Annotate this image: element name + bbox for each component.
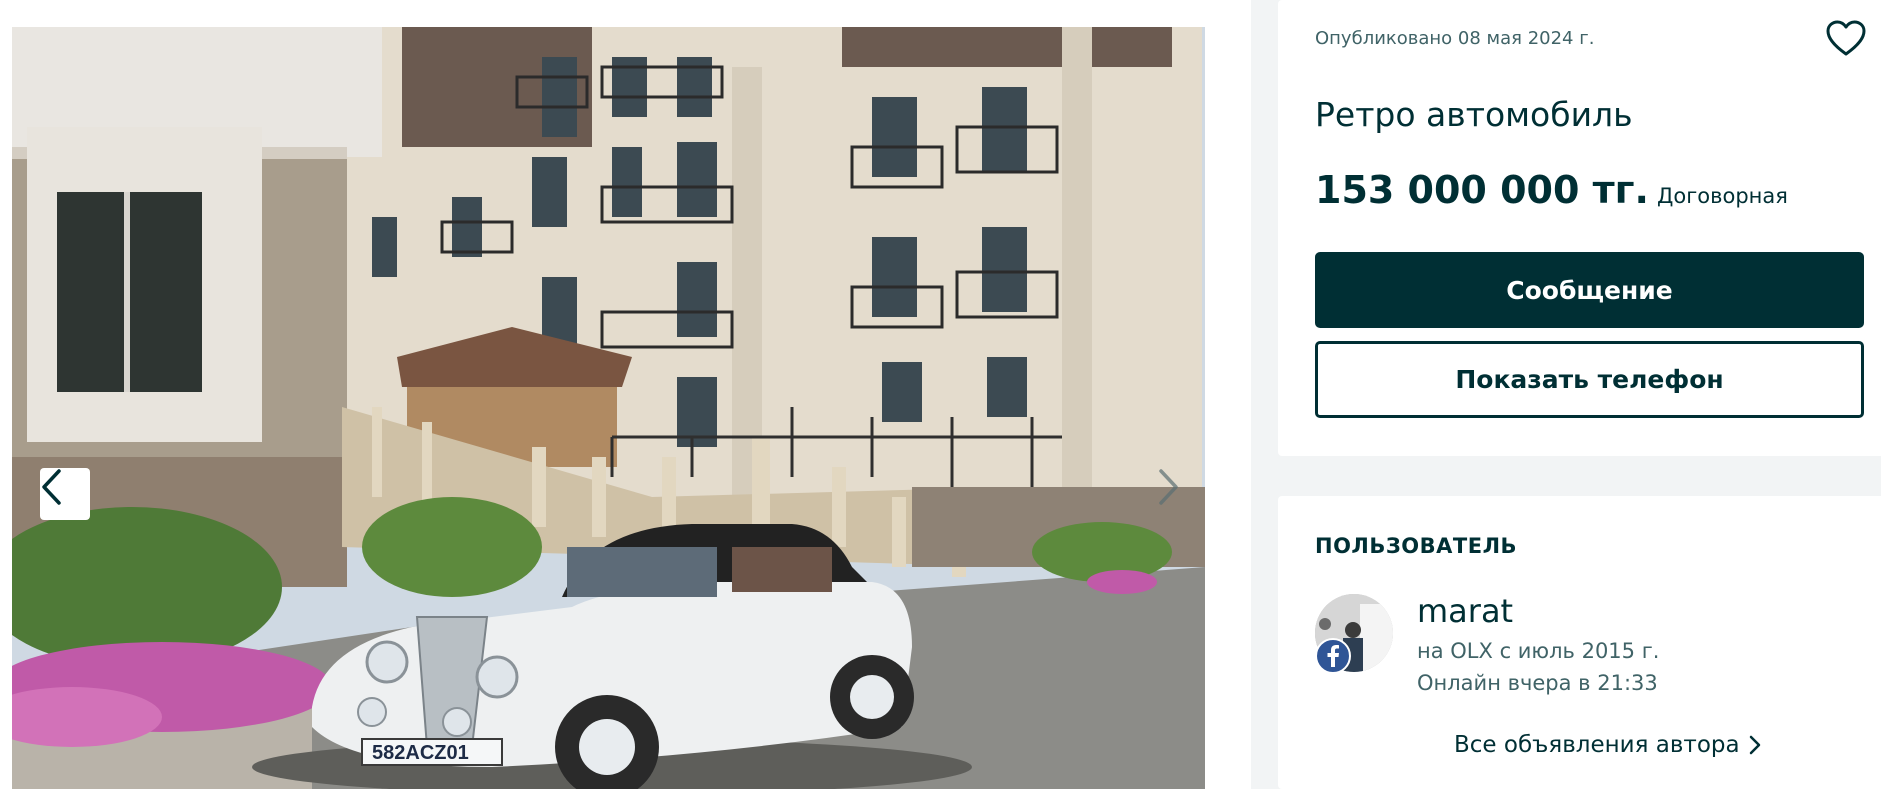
negotiable-label: Договорная: [1656, 184, 1788, 208]
favorite-button[interactable]: [1826, 20, 1866, 58]
offer-card: Опубликовано 08 мая 2024 г. Ретро автомо…: [1278, 0, 1881, 456]
gallery-next-button[interactable]: [1158, 468, 1205, 520]
car-photo: 582ACZ01: [12, 27, 1205, 789]
photo-gallery[interactable]: 582ACZ01: [12, 27, 1205, 789]
facebook-badge: [1315, 638, 1351, 674]
price: 153 000 000 тг.: [1315, 168, 1649, 212]
member-since: на OLX с июль 2015 г.: [1417, 639, 1660, 663]
chevron-right-icon: [1159, 469, 1178, 505]
show-phone-button[interactable]: Показать телефон: [1315, 341, 1864, 418]
chevron-left-icon: [42, 469, 61, 505]
gallery-prev-button[interactable]: [40, 468, 90, 520]
user-card: ПОЛЬЗОВАТЕЛЬ marat на OLX с июль 2015 г.…: [1278, 496, 1881, 789]
user-name[interactable]: marat: [1417, 592, 1513, 630]
last-online: Онлайн вчера в 21:33: [1417, 671, 1658, 695]
chevron-right-icon: [1749, 735, 1760, 755]
all-ads-link[interactable]: Все объявления автора: [1454, 732, 1762, 758]
all-ads-label: Все объявления автора: [1454, 732, 1740, 758]
message-button[interactable]: Сообщение: [1315, 252, 1864, 328]
price-row: 153 000 000 тг. Договорная: [1315, 168, 1788, 212]
published-date: Опубликовано 08 мая 2024 г.: [1315, 28, 1595, 49]
listing-title: Ретро автомобиль: [1315, 95, 1633, 134]
license-plate: 582ACZ01: [372, 742, 469, 764]
heart-outline-icon: [1826, 20, 1866, 56]
user-section-heading: ПОЛЬЗОВАТЕЛЬ: [1315, 534, 1518, 558]
facebook-icon: [1327, 645, 1339, 667]
